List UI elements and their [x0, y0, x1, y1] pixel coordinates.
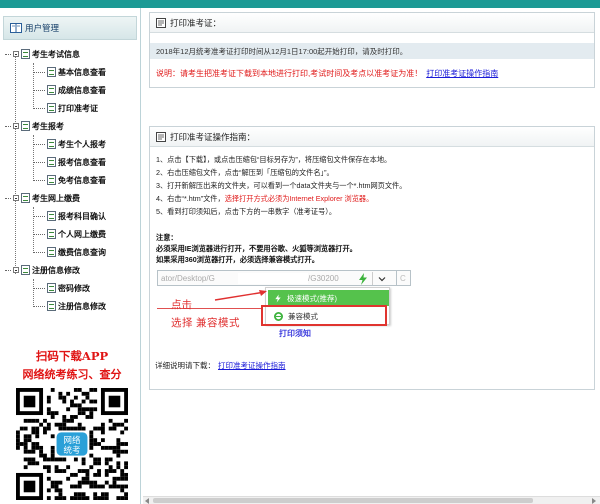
guide-notes: 注意： 必须采用IE浏览器进行打开，不要用谷歌、火狐等浏览器打开。 如果采用36…	[150, 226, 594, 265]
nav-item-score-info[interactable]: 成绩信息查看	[3, 81, 140, 99]
chevron-down-icon[interactable]	[376, 273, 388, 285]
document-icon	[47, 301, 56, 311]
collapse-icon	[13, 123, 19, 129]
document-icon	[47, 211, 56, 221]
guide-step: 1、点击【下载】，或点击压缩包“目标另存为”，将压缩包文件保存在本地。	[156, 155, 392, 164]
note-line: 注意：	[156, 233, 178, 242]
promo-line-1: 扫码下载APP	[35, 349, 109, 363]
top-bar	[0, 0, 600, 8]
note-line: 必须采用IE浏览器进行打开，不要用谷歌、火狐等浏览器打开。	[156, 244, 357, 253]
annotation-select-compat: 选择 兼容模式	[171, 317, 240, 329]
nav-item-print-ticket[interactable]: 打印准考证	[3, 99, 140, 117]
document-icon	[21, 49, 30, 59]
page: 用户管理 考生考试信息 基本信息查看 成绩信息查看 打印准考证 考生报考 考生个…	[0, 0, 600, 504]
nav-item-exemption-info[interactable]: 免考信息查看	[3, 171, 140, 189]
scroll-right-icon[interactable]	[592, 498, 596, 504]
guide-step: 3、打开新解压出来的文件夹，可以看到一个data文件夹与一个*.htm网页文件。	[156, 181, 407, 190]
document-icon	[47, 175, 56, 185]
nav-tree: 考生考试信息 基本信息查看 成绩信息查看 打印准考证 考生报考 考生个人报考 报…	[3, 45, 140, 315]
note-line: 如果采用360浏览器打开，必须选择兼容模式打开。	[156, 255, 319, 264]
main-content: 打印准考证： 2018年12月统考准考证打印时间从12月1日17:00起开始打印…	[149, 8, 600, 504]
guide-panel: 打印准考证操作指南： 1、点击【下载】，或点击压缩包“目标另存为”，将压缩包文件…	[149, 126, 595, 390]
document-icon	[47, 85, 56, 95]
nav-group-edit-registration[interactable]: 注册信息修改	[3, 261, 140, 279]
document-icon	[47, 67, 56, 77]
panel-header: 打印准考证操作指南：	[150, 127, 594, 147]
book-icon	[10, 23, 22, 33]
nav-group-payment[interactable]: 考生网上缴费	[3, 189, 140, 207]
nav-item-payment-query[interactable]: 缴费信息查询	[3, 243, 140, 261]
guide-step: 4、右击“*.htm”文件，选择打开方式必须为Internet Explorer…	[156, 194, 374, 203]
collapse-icon	[13, 51, 19, 57]
nav-group-exam-info[interactable]: 考生考试信息	[3, 45, 140, 63]
sidebar-header: 用户管理	[3, 16, 137, 40]
nav-item-password-change[interactable]: 密码修改	[3, 279, 140, 297]
browser-mode-illustration: ator/Desktop/G /G30200 C 极速模式(推荐) 兼容模式 点…	[157, 270, 595, 344]
nav-item-basic-info[interactable]: 基本信息查看	[3, 63, 140, 81]
print-time-notice: 2018年12月统考准考证打印时间从12月1日17:00起开始打印，请及时打印。	[150, 43, 594, 59]
detail-guide-link[interactable]: 打印准考证操作指南	[218, 361, 286, 370]
horizontal-scrollbar[interactable]	[143, 496, 600, 504]
nav-item-online-payment[interactable]: 个人网上缴费	[3, 225, 140, 243]
nav-item-personal-registration[interactable]: 考生个人报考	[3, 135, 140, 153]
guide-steps: 1、点击【下载】，或点击压缩包“目标另存为”，将压缩包文件保存在本地。 2、右击…	[150, 147, 594, 218]
nav-item-registration-info[interactable]: 报考信息查看	[3, 153, 140, 171]
document-icon	[21, 121, 30, 131]
qr-badge-text-1: 网络	[64, 435, 81, 446]
guide-step: 2、右击压缩包文件，点击“解压到「压缩包的文件名」”。	[156, 168, 334, 177]
address-bar-tail: C	[397, 270, 411, 286]
document-icon	[47, 229, 56, 239]
document-icon	[47, 103, 56, 113]
promo-line-2: 网络统考练习、查分	[22, 368, 122, 381]
scroll-left-icon[interactable]	[145, 498, 149, 504]
guide-link[interactable]: 打印准考证操作指南	[426, 69, 498, 78]
sidebar: 用户管理 考生考试信息 基本信息查看 成绩信息查看 打印准考证 考生报考 考生个…	[0, 8, 141, 504]
qr-code-image: 网络统考	[16, 388, 128, 500]
sidebar-header-label: 用户管理	[25, 23, 60, 33]
fast-mode-option[interactable]: 极速模式(推荐)	[268, 290, 389, 306]
print-ticket-panel: 打印准考证： 2018年12月统考准考证打印时间从12月1日17:00起开始打印…	[149, 12, 595, 88]
lightning-icon	[359, 273, 367, 285]
nav-item-subject-confirm[interactable]: 报考科目确认	[3, 207, 140, 225]
print-warning: 说明：请考生把准考证下载到本地进行打印,考试时间及考点以准考证为准！ 打印准考证操…	[156, 69, 499, 78]
qr-badge-text-2: 统考	[64, 445, 81, 456]
document-icon	[47, 157, 56, 167]
compat-mode-highlight	[261, 305, 387, 326]
document-icon	[47, 283, 56, 293]
document-icon	[21, 265, 30, 275]
guide-step: 5、看到打印须知后，点击下方的一串数字（准考证号）。	[156, 207, 337, 216]
nav-group-registration[interactable]: 考生报考	[3, 117, 140, 135]
print-notice-fragment: 打印须知	[279, 329, 311, 338]
arrow-annotation	[214, 290, 267, 301]
panel-title: 打印准考证：	[170, 17, 222, 28]
document-icon	[21, 193, 30, 203]
collapse-icon	[13, 195, 19, 201]
detail-download: 详细说明请下载： 打印准考证操作指南	[155, 361, 286, 370]
annotation-click: 点击	[171, 299, 192, 311]
document-icon	[156, 131, 166, 142]
document-icon	[156, 17, 166, 28]
scrollbar-thumb[interactable]	[153, 498, 533, 503]
app-download-promo[interactable]: 扫码下载APP 网络统考练习、查分 网络 统考	[10, 348, 134, 504]
document-icon	[47, 247, 56, 257]
nav-item-registration-edit[interactable]: 注册信息修改	[3, 297, 140, 315]
collapse-icon	[13, 267, 19, 273]
panel-header: 打印准考证：	[150, 13, 594, 33]
document-icon	[47, 139, 56, 149]
panel-title: 打印准考证操作指南：	[170, 131, 256, 142]
